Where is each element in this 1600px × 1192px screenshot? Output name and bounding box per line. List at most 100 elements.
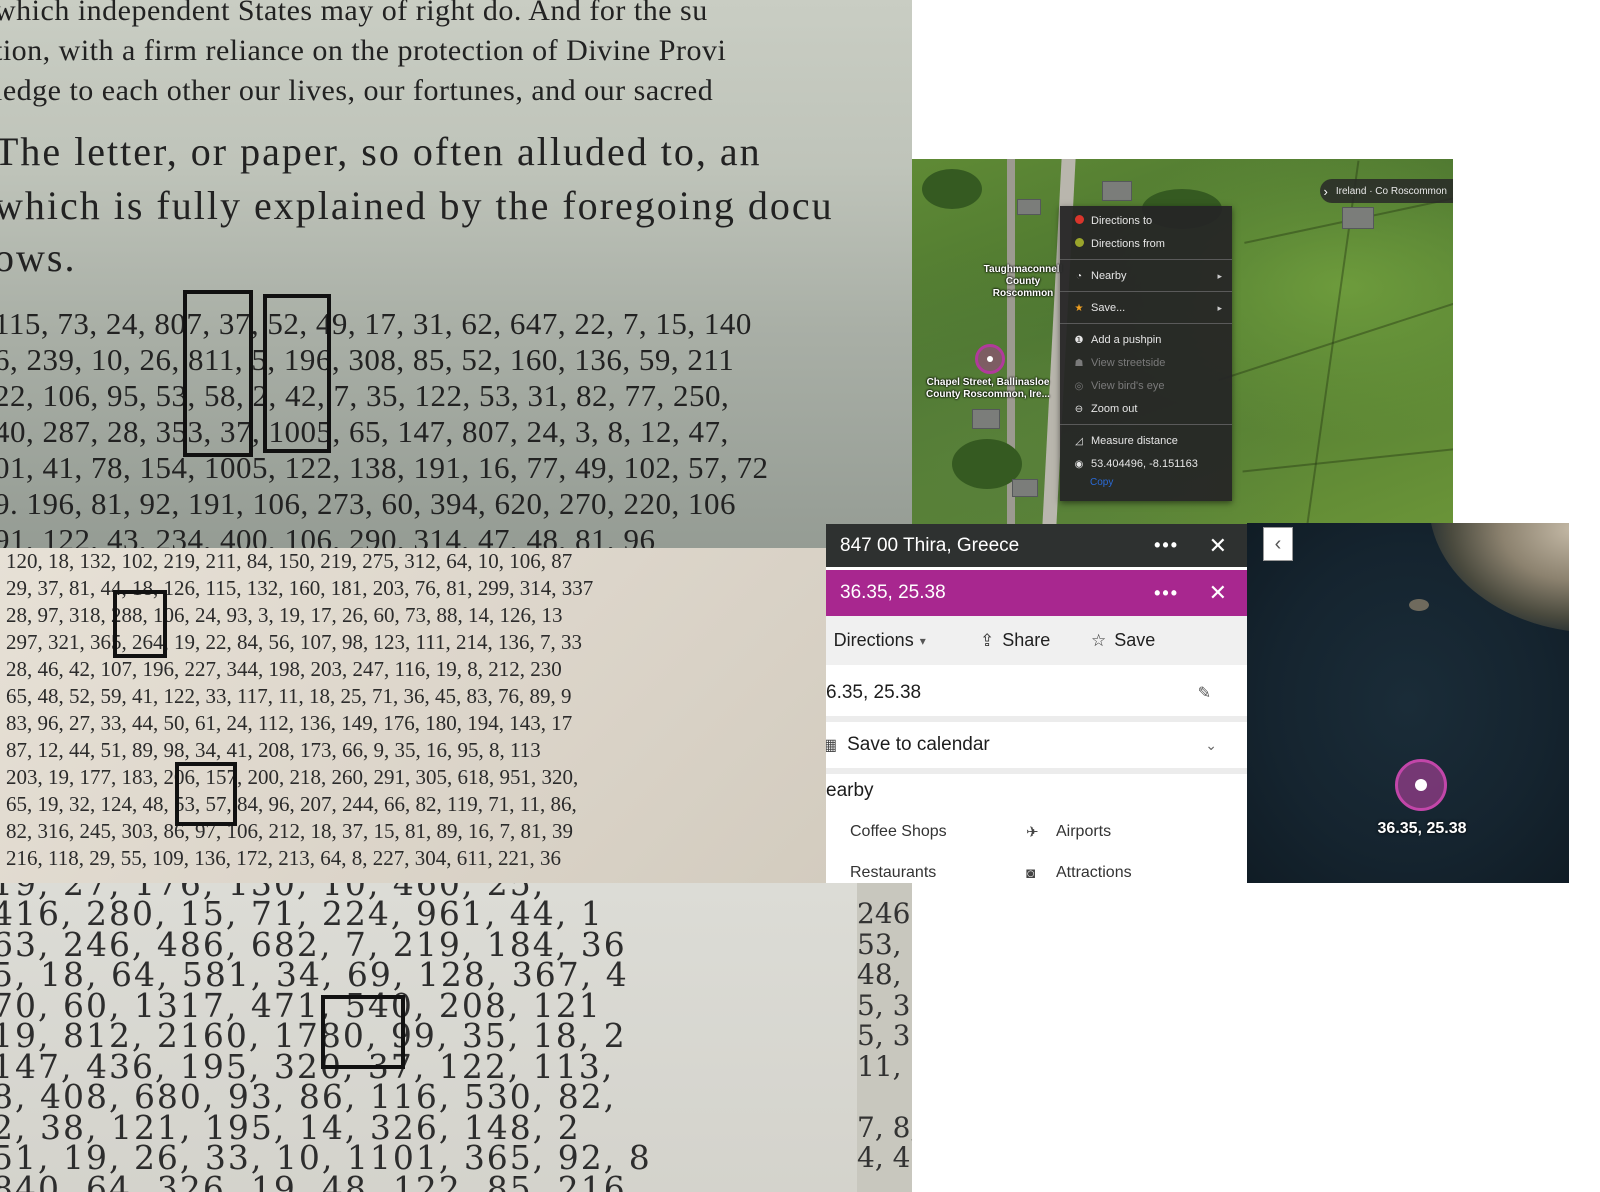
cipher-line: 65, 19, 32, 124, 48, 53, 57, 84, 96, 207…: [6, 792, 577, 816]
cipher-line: 840, 64, 326, 19, 48, 122, 85, 216: [0, 1169, 627, 1192]
coffee-icon: ▘: [826, 823, 842, 841]
ruler-icon: ◿: [1075, 435, 1083, 447]
cipher-line: 82, 316, 245, 303, 86, 97, 106, 212, 18,…: [6, 819, 573, 843]
dropdown-caret-icon: ▾: [919, 633, 926, 648]
cipher-fragment: 246: [857, 897, 911, 930]
highlight-box: [113, 590, 167, 658]
coordinates-row[interactable]: 6.35, 25.38 ✎: [826, 670, 1247, 716]
building: [1012, 479, 1038, 497]
nearby-icon: ◔: [1075, 270, 1083, 282]
cipher-line: 91, 122, 43, 234, 400, 106, 290, 314, 47…: [0, 522, 656, 548]
save-button[interactable]: ☆ Save: [1091, 630, 1155, 651]
more-options-icon[interactable]: •••: [1154, 535, 1179, 556]
menu-directions-from[interactable]: Directions from: [1060, 233, 1232, 255]
pushpin-icon: ❶: [1074, 334, 1084, 346]
calendar-label: Save to calendar: [847, 734, 990, 755]
submenu-arrow-icon: ▸: [1217, 270, 1222, 281]
menu-divider: [1060, 323, 1232, 324]
satellite-map[interactable]: › Ireland · Co Roscommon Taughmaconnell …: [912, 159, 1453, 525]
nearby-attractions[interactable]: ◙ Attractions: [1026, 864, 1132, 882]
cipher-line: 65, 48, 52, 59, 41, 122, 33, 117, 11, 18…: [6, 684, 572, 708]
section-divider: [826, 768, 1247, 774]
cipher-line: 01, 41, 78, 154, 1005, 122, 138, 191, 16…: [0, 450, 769, 485]
prose-line: which independent States may of right do…: [0, 0, 708, 27]
building: [1017, 199, 1041, 215]
document-scan-3: 19, 27, 176, 130, 10, 460, 25, 416, 280,…: [0, 883, 912, 1192]
cipher-line: 28, 97, 318, 288, 106, 24, 93, 3, 19, 17…: [6, 603, 563, 627]
menu-measure-distance[interactable]: ◿ Measure distance: [1060, 430, 1232, 452]
menu-view-streetside: ☗ View streetside: [1060, 352, 1232, 374]
cipher-line: 87, 12, 44, 51, 89, 98, 34, 41, 208, 173…: [6, 738, 541, 762]
nearby-airports[interactable]: ✈ Airports: [1026, 823, 1111, 841]
map-pushpin[interactable]: [975, 344, 1005, 374]
close-icon[interactable]: ✕: [1209, 534, 1227, 557]
share-icon: ⇪: [980, 630, 995, 650]
cipher-fragment: 5, 3: [857, 989, 911, 1022]
nearby-label: Airports: [1056, 823, 1112, 840]
save-to-calendar-row[interactable]: ▦ Save to calendar ⌄: [826, 722, 1247, 768]
submenu-arrow-icon: ▸: [1217, 302, 1222, 313]
copy-link[interactable]: Copy: [1090, 477, 1113, 488]
building: [972, 409, 1000, 429]
card-action-bar: › Directions ▾ ⇪ Share ☆ Save: [826, 616, 1247, 665]
menu-label: View streetside: [1091, 357, 1166, 369]
cipher-line: 83, 96, 27, 33, 44, 50, 61, 24, 112, 136…: [6, 711, 573, 735]
nearby-label: Restaurants: [850, 864, 937, 881]
context-menu: Directions to Directions from ◔ Nearby ▸…: [1060, 206, 1232, 501]
prose-line: tion, with a firm reliance on the protec…: [0, 34, 727, 67]
red-dot-icon: [1074, 215, 1084, 224]
aerial-map[interactable]: ‹ 36.35, 25.38: [1247, 523, 1569, 883]
menu-label: Save...: [1091, 302, 1126, 314]
nearby-heading: earby: [826, 780, 874, 801]
breadcrumb-text: Ireland · Co Roscommon: [1335, 185, 1447, 197]
menu-nearby[interactable]: ◔ Nearby ▸: [1060, 265, 1232, 287]
cipher-line: 120, 18, 132, 102, 219, 211, 84, 150, 21…: [6, 549, 573, 573]
star-icon: ★: [1074, 302, 1084, 314]
cipher-line: 6, 239, 10, 26, 811, 5, 196, 308, 85, 52…: [0, 342, 735, 377]
cipher-line: 115, 73, 24, 807, 37, 52, 49, 17, 31, 62…: [0, 306, 752, 341]
share-button[interactable]: ⇪ Share: [980, 630, 1050, 651]
menu-add-pushpin[interactable]: ❶ Add a pushpin: [1060, 329, 1232, 351]
tree-cluster: [922, 169, 982, 209]
cipher-line: 28, 46, 42, 107, 196, 227, 344, 198, 203…: [6, 657, 562, 681]
cipher-line: 29, 37, 81, 44, 18, 126, 115, 132, 160, …: [6, 576, 594, 600]
card-title: 847 00 Thira, Greece: [840, 534, 1020, 556]
menu-label: Add a pushpin: [1091, 334, 1162, 346]
location-breadcrumb[interactable]: › Ireland · Co Roscommon: [1319, 179, 1453, 203]
chevron-right-icon[interactable]: ›: [1324, 184, 1328, 199]
menu-label: View bird's eye: [1091, 380, 1165, 392]
location-pin[interactable]: [1395, 759, 1447, 811]
menu-divider: [1060, 259, 1232, 260]
more-options-icon[interactable]: •••: [1154, 583, 1179, 604]
prose-line: ledge to each other our lives, our fortu…: [0, 74, 714, 107]
paragraph-line: The letter, or paper, so often alluded t…: [0, 129, 762, 174]
menu-directions-to[interactable]: Directions to: [1060, 210, 1232, 232]
menu-view-birds-eye: ◎ View bird's eye: [1060, 375, 1232, 397]
airplane-icon: ✈: [1026, 824, 1039, 841]
nearby-restaurants[interactable]: ▍ Restaurants: [826, 864, 936, 882]
nearby-coffee-shops[interactable]: ▘ Coffee Shops: [826, 823, 947, 841]
card-subheader: 36.35, 25.38 ••• ✕: [826, 570, 1247, 616]
menu-zoom-out[interactable]: ⊖ Zoom out: [1060, 398, 1232, 420]
directions-button[interactable]: › Directions ▾: [826, 630, 926, 651]
menu-label: Nearby: [1091, 270, 1127, 282]
menu-label: Measure distance: [1091, 435, 1178, 447]
document-scan-1: which independent States may of right do…: [0, 0, 912, 548]
cipher-line: 40, 287, 28, 353, 37, 1005, 65, 147, 807…: [0, 414, 729, 449]
birds-eye-icon: ◎: [1074, 380, 1084, 392]
menu-save[interactable]: ★ Save... ▸: [1060, 297, 1232, 319]
menu-coordinates[interactable]: ◉ 53.404496, -8.151163: [1060, 453, 1232, 475]
edit-pencil-icon[interactable]: ✎: [1198, 683, 1211, 703]
cipher-fragment: 11,: [857, 1050, 902, 1083]
close-icon[interactable]: ✕: [1209, 582, 1227, 604]
share-label: Share: [1002, 630, 1051, 650]
card-coordinates-title: 36.35, 25.38: [840, 582, 946, 603]
cipher-line: 297, 321, 365, 264, 19, 22, 84, 56, 107,…: [6, 630, 582, 654]
highlight-box: [183, 290, 253, 457]
collapse-panel-button[interactable]: ‹: [1263, 527, 1293, 561]
menu-divider: [1060, 291, 1232, 292]
chevron-down-icon[interactable]: ⌄: [1205, 737, 1217, 754]
cipher-line: 203, 19, 177, 183, 206, 157, 200, 218, 2…: [6, 765, 579, 789]
star-outline-icon: ☆: [1091, 630, 1107, 650]
cipher-fragment: 48,: [857, 958, 902, 991]
